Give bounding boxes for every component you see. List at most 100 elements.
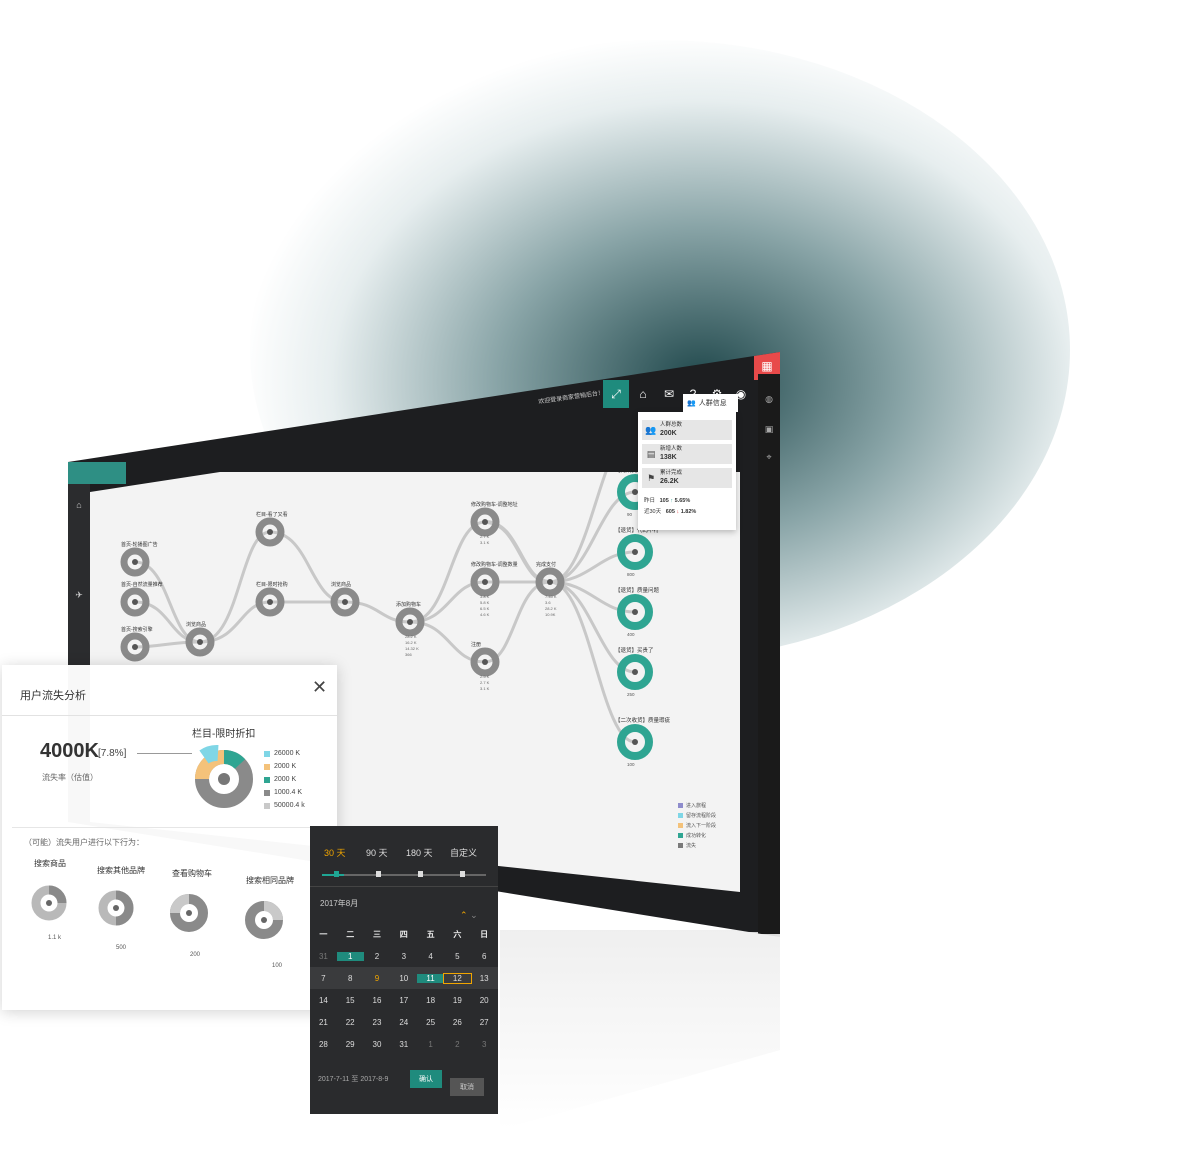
image-icon[interactable]: ▣ [761,424,777,440]
tab-30-days[interactable]: 30 天 [324,846,346,859]
calendar-day[interactable]: 2 [364,952,391,961]
calendar-day[interactable]: 30 [364,1040,391,1049]
legend-item: 流入下一阶段 [678,822,716,829]
node-value: 7.45 K [545,594,557,599]
group-icon: 👥 [687,400,696,407]
calendar-day[interactable]: 13 [471,974,498,983]
flow-node-label: 首页-搜索引擎 [121,626,153,633]
action-donut [245,901,283,939]
calendar-day[interactable]: 31 [390,1040,417,1049]
calendar-day[interactable]: 12 [442,972,472,984]
action-value: 100 [272,963,283,969]
trend-down-icon: ↓ [676,509,680,515]
slider-knob[interactable] [418,871,423,877]
node-value: 4.6 K [480,612,490,617]
tab-custom[interactable]: 自定义 [450,846,477,859]
stat-label: 近30天 [644,509,662,515]
legend-label: 1000.4 K [274,789,303,796]
node-value: 14.32 K [405,646,419,651]
chevron-up-icon[interactable]: ⌃ [460,910,468,920]
chevron-down-icon[interactable]: ⌄ [470,910,478,920]
legend-item: 进入旅程 [678,802,716,809]
calendar-day[interactable]: 14 [310,996,337,1005]
group-icon: 👥 [645,424,657,435]
calendar-day[interactable]: 19 [444,996,471,1005]
calendar-day[interactable]: 27 [471,1018,498,1027]
month-nav[interactable]: ⌃ ⌄ [460,910,478,921]
pin-icon[interactable]: ⌖ [761,452,777,468]
node-value: 2.7 K [480,534,490,539]
mail-icon[interactable]: ✉ [656,380,682,408]
calendar-day[interactable]: 20 [471,996,498,1005]
calendar-day[interactable]: 15 [337,996,364,1005]
calendar-day[interactable]: 22 [337,1018,364,1027]
legend-swatch [678,833,683,838]
info-stats: 昨日 105 ↑ 5.65% 近30天 605 ↓ 1.82% [644,496,696,518]
flow-node-center [342,599,348,605]
legend-swatch [264,789,270,796]
people-info-label: 人群信息 [698,400,727,407]
slider-knob[interactable] [376,871,381,877]
tab-90-days[interactable]: 90 天 [366,846,388,859]
calendar-day[interactable]: 1 [336,951,364,961]
calendar-day[interactable]: 28 [310,1040,337,1049]
calendar-day[interactable]: 3 [390,952,417,961]
calendar-day[interactable]: 7 [310,974,337,983]
globe-icon[interactable]: ◍ [761,394,777,410]
calendar-day[interactable]: 16 [364,996,391,1005]
sidebar-item-customer-profile[interactable]: ✈ [68,582,90,608]
outcome-node-value: 400 [627,632,635,637]
flow-node-center [132,599,138,605]
pie-legend-item: 2000 K [264,760,305,773]
calendar-day[interactable]: 25 [417,1018,444,1027]
cancel-button[interactable]: 取消 [450,1078,484,1096]
slider-knob[interactable] [334,871,339,877]
flow-node-center [132,644,138,650]
action-label: 查看购物车 [172,869,212,878]
legend-item: 成功转化 [678,832,716,839]
node-value: 6.5 K [480,606,490,611]
range-to: 2017-8-9 [360,1076,389,1083]
calendar-day[interactable]: 26 [444,1018,471,1027]
node-value: 5.8 K [480,600,490,605]
calendar-day[interactable]: 31 [310,952,337,961]
expand-icon[interactable]: ⤢ [603,380,629,408]
info-row-done: ⚑ 累计完成 26.2K [642,468,732,488]
weekday-label: 日 [480,929,489,939]
flow-node-label: 首页-自然流量推荐 [121,581,163,588]
confirm-button[interactable]: 确认 [410,1070,442,1088]
calendar-day[interactable]: 21 [310,1018,337,1027]
legend-label: 2000 K [274,776,297,783]
calendar-day[interactable]: 2 [444,1040,471,1049]
calendar-day[interactable]: 23 [364,1018,391,1027]
stat-label: 昨日 [644,498,656,504]
outcome-node-value: 800 [627,572,635,577]
calendar-day[interactable]: 8 [337,974,364,983]
home-icon[interactable]: ⌂ [630,380,656,408]
range-tabs: 30 天 90 天 180 天 自定义 [310,846,498,866]
flow-node-label: 浏览商品 [331,581,351,588]
legend-item: 流失 [678,842,716,849]
calendar-day[interactable]: 9 [364,974,391,983]
calendar-day[interactable]: 18 [417,996,444,1005]
calendar-day[interactable]: 29 [337,1040,364,1049]
slider-knob[interactable] [460,871,465,877]
calendar-day[interactable]: 24 [390,1018,417,1027]
tab-180-days[interactable]: 180 天 [406,846,433,859]
calendar-day[interactable]: 5 [444,952,471,961]
calendar-day[interactable]: 4 [417,952,444,961]
close-icon[interactable]: ✕ [312,677,327,698]
calendar-day[interactable]: 17 [390,996,417,1005]
calendar-day[interactable]: 10 [390,974,417,983]
calendar-day[interactable]: 1 [417,1040,444,1049]
flow-node-center [267,599,273,605]
people-info-tab[interactable]: 👥 人群信息 [683,394,738,412]
action-donut [98,890,134,926]
sidebar-item-customer-group[interactable]: ⌂ [68,492,90,518]
outcome-node-label: 【退货】质量问题 [615,586,660,594]
calendar-day[interactable]: 3 [471,1040,498,1049]
calendar-day[interactable]: 11 [417,973,444,983]
flow-node-label: 注册 [471,641,481,648]
calendar-day[interactable]: 6 [471,952,498,961]
range-to-label: 至 [351,1076,359,1083]
